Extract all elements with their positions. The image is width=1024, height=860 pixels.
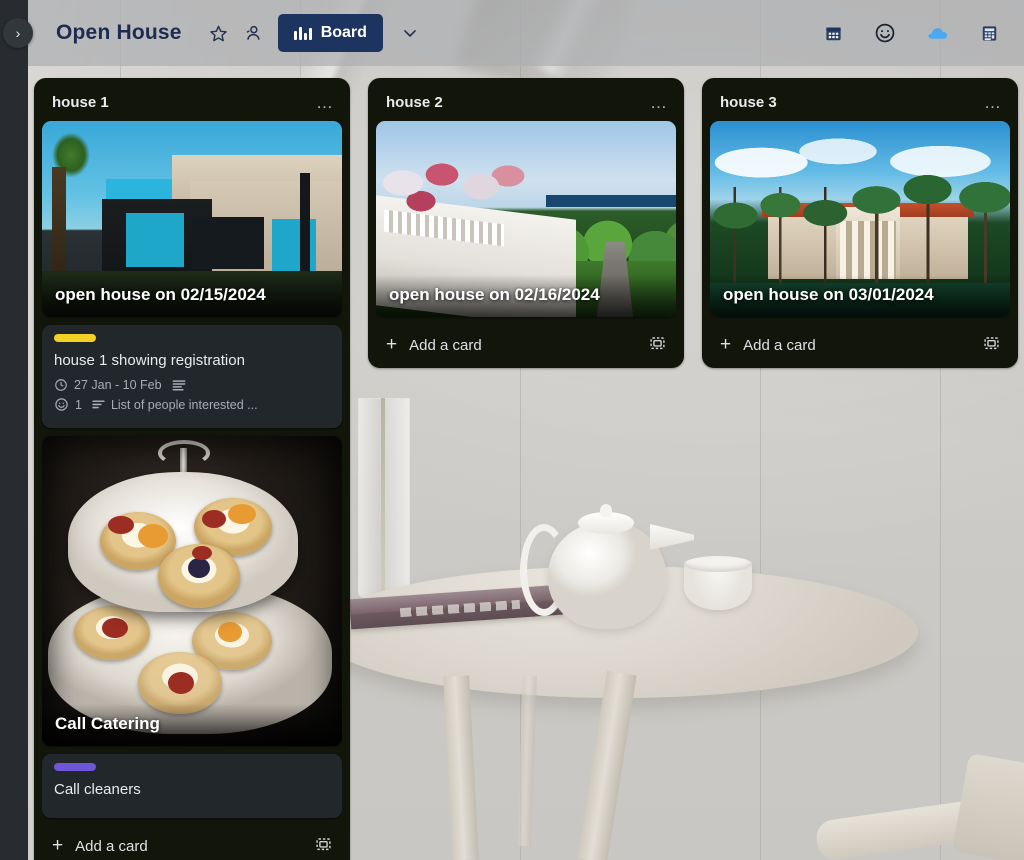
- sidebar-rail: [0, 0, 28, 860]
- members-icon: [243, 23, 263, 43]
- plus-icon: +: [720, 334, 732, 355]
- list-house-1: house 1 … open house on 02/15/2024 house…: [34, 78, 350, 860]
- plus-icon: +: [52, 835, 64, 856]
- list-title: house 2: [386, 94, 443, 111]
- description-badge: [172, 379, 186, 392]
- card-title: house 1 showing registration: [54, 352, 245, 369]
- description-icon: [172, 379, 186, 392]
- add-card-button[interactable]: + Add a card: [42, 824, 342, 860]
- checklist-text: List of people interested ...: [110, 397, 258, 412]
- board-canvas: house 1 … open house on 02/15/2024 house…: [28, 66, 1024, 860]
- card-template-icon[interactable]: [649, 335, 666, 355]
- list-header: house 3 …: [710, 86, 1010, 121]
- calendar-power-up-button[interactable]: [816, 16, 850, 50]
- card-badges-row-1: 27 Jan - 10 Feb: [54, 378, 330, 392]
- smiley-icon: [874, 22, 896, 44]
- chevron-down-icon: [400, 23, 420, 43]
- list-house-3: house 3 … open house on 03/01/2024 + Add…: [702, 78, 1018, 368]
- list-menu-button[interactable]: …: [984, 94, 1002, 111]
- star-button[interactable]: [202, 16, 236, 50]
- add-card-label: Add a card: [743, 336, 816, 354]
- list-menu-button[interactable]: …: [316, 94, 334, 111]
- reaction-badge[interactable]: 1: [54, 397, 82, 412]
- plus-icon: +: [386, 334, 398, 355]
- card-label-purple: [54, 763, 96, 771]
- card-open-house-3[interactable]: open house on 03/01/2024: [710, 121, 1010, 317]
- view-switcher-button[interactable]: [393, 16, 427, 50]
- clock-icon: [54, 378, 68, 392]
- table-icon: [980, 24, 999, 43]
- board-view-button[interactable]: Board: [277, 14, 383, 52]
- card-template-icon[interactable]: [983, 335, 1000, 355]
- list-header: house 2 …: [376, 86, 676, 121]
- card-call-catering[interactable]: Call Catering: [42, 436, 342, 746]
- add-card-label: Add a card: [75, 837, 148, 855]
- due-date-badge[interactable]: 27 Jan - 10 Feb: [54, 378, 162, 392]
- checklist-icon: [92, 399, 105, 410]
- card-badges-row-2: 1 List of people interested ...: [54, 397, 330, 412]
- card-title: open house on 02/15/2024: [42, 275, 342, 317]
- card-list: open house on 03/01/2024: [710, 121, 1010, 319]
- card-open-house-1[interactable]: open house on 02/15/2024: [42, 121, 342, 317]
- list-title: house 1: [52, 94, 109, 111]
- reaction-count: 1: [75, 397, 82, 412]
- board-title: Open House: [56, 21, 182, 44]
- card-title: open house on 03/01/2024: [710, 275, 1010, 317]
- emoji-power-up-button[interactable]: [868, 16, 902, 50]
- due-date-text: 27 Jan - 10 Feb: [74, 378, 162, 392]
- table-power-up-button[interactable]: [972, 16, 1006, 50]
- card-cover-image: [42, 436, 342, 746]
- add-card-label: Add a card: [409, 336, 482, 354]
- card-title: Call Catering: [42, 704, 342, 746]
- cloud-power-up-button[interactable]: [920, 16, 954, 50]
- list-header: house 1 …: [42, 86, 342, 121]
- add-card-button[interactable]: + Add a card: [376, 323, 676, 368]
- checklist-item-badge: List of people interested ...: [92, 398, 258, 412]
- card-list: open house on 02/15/2024 house 1 showing…: [42, 121, 342, 820]
- sidebar-expand-button[interactable]: ›: [3, 18, 33, 48]
- calendar-icon: [824, 24, 843, 43]
- board-app: › Open House Board house 1 … open house …: [0, 0, 1024, 860]
- smiley-icon: [54, 397, 69, 412]
- header-actions: [816, 16, 1006, 50]
- card-label-yellow: [54, 334, 96, 342]
- card-showing-registration[interactable]: house 1 showing registration 27 Jan - 10…: [42, 325, 342, 428]
- board-view-icon: [293, 26, 312, 40]
- card-list: open house on 02/16/2024: [376, 121, 676, 319]
- cloud-icon: [926, 24, 949, 42]
- add-card-button[interactable]: + Add a card: [710, 323, 1010, 368]
- chevron-right-icon: ›: [15, 25, 21, 41]
- board-header: Open House Board: [28, 0, 1024, 66]
- card-title: open house on 02/16/2024: [376, 275, 676, 317]
- list-title: house 3: [720, 94, 777, 111]
- list-house-2: house 2 … open house on 02/16/2024 + Add…: [368, 78, 684, 368]
- members-button[interactable]: [236, 16, 270, 50]
- card-title: Call cleaners: [54, 781, 141, 798]
- card-open-house-2[interactable]: open house on 02/16/2024: [376, 121, 676, 317]
- card-template-icon[interactable]: [315, 836, 332, 856]
- board-view-label: Board: [320, 24, 367, 41]
- list-menu-button[interactable]: …: [650, 94, 668, 111]
- card-call-cleaners[interactable]: Call cleaners: [42, 754, 342, 818]
- star-icon: [209, 24, 228, 43]
